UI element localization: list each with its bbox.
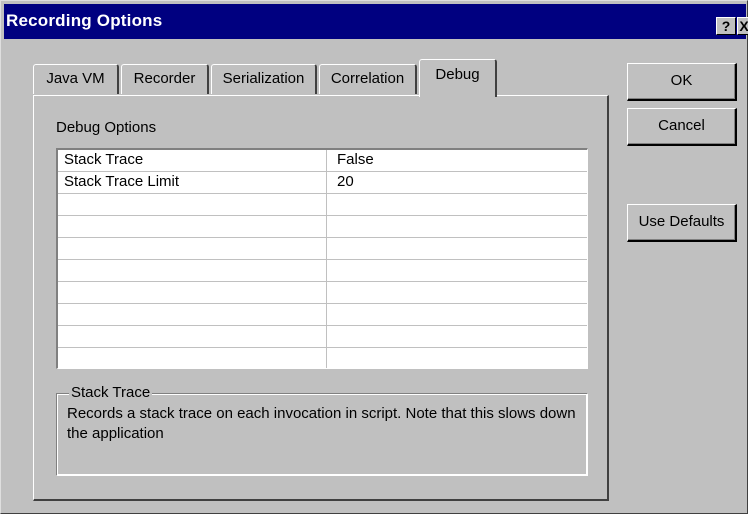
empty-cell bbox=[58, 348, 327, 368]
property-grid: Stack Trace False Stack Trace Limit 20 bbox=[56, 148, 588, 369]
recording-options-dialog: Recording Options ? X Java VM Recorder S… bbox=[0, 0, 748, 514]
tab-correlation[interactable]: Correlation bbox=[319, 64, 417, 94]
title-bar: Recording Options ? X bbox=[4, 4, 748, 39]
empty-cell bbox=[58, 194, 327, 216]
empty-cell bbox=[58, 304, 327, 326]
empty-row bbox=[58, 194, 587, 216]
tab-label: Java VM bbox=[46, 70, 105, 87]
tab-java-vm[interactable]: Java VM bbox=[33, 64, 119, 94]
empty-row bbox=[58, 238, 587, 260]
tab-recorder[interactable]: Recorder bbox=[121, 64, 209, 94]
empty-row bbox=[58, 326, 587, 348]
property-row-stack-trace[interactable]: Stack Trace False bbox=[58, 150, 587, 172]
debug-options-label: Debug Options bbox=[56, 119, 157, 136]
tab-label: Correlation bbox=[330, 70, 405, 87]
empty-row bbox=[58, 304, 587, 326]
empty-row bbox=[58, 282, 587, 304]
property-value[interactable]: 20 bbox=[327, 172, 587, 194]
empty-row bbox=[58, 260, 587, 282]
debug-tab-panel: Debug Options Stack Trace False Stack Tr… bbox=[33, 95, 609, 501]
description-text: Records a stack trace on each invocation… bbox=[67, 405, 576, 442]
window-title: Recording Options bbox=[6, 11, 163, 30]
empty-row bbox=[58, 216, 587, 238]
empty-cell bbox=[58, 282, 327, 304]
description-groupbox: Stack Trace Records a stack trace on eac… bbox=[56, 384, 588, 476]
empty-cell bbox=[58, 326, 327, 348]
tab-label: Serialization bbox=[222, 70, 305, 87]
help-button[interactable]: ? bbox=[716, 17, 736, 35]
property-name: Stack Trace bbox=[58, 150, 327, 172]
property-value[interactable]: False bbox=[327, 150, 587, 172]
cancel-button[interactable]: Cancel bbox=[627, 108, 737, 146]
property-row-stack-trace-limit[interactable]: Stack Trace Limit 20 bbox=[58, 172, 587, 194]
use-defaults-button[interactable]: Use Defaults bbox=[627, 204, 737, 242]
empty-cell bbox=[58, 238, 327, 260]
empty-cell bbox=[58, 260, 327, 282]
description-title: Stack Trace bbox=[69, 384, 153, 402]
property-name: Stack Trace Limit bbox=[58, 172, 327, 194]
close-button[interactable]: X bbox=[737, 17, 748, 35]
tab-label: Debug bbox=[435, 66, 480, 83]
ok-button[interactable]: OK bbox=[627, 63, 737, 101]
empty-row bbox=[58, 348, 587, 368]
tab-debug[interactable]: Debug bbox=[419, 59, 497, 97]
empty-cell bbox=[58, 216, 327, 238]
tab-serialization[interactable]: Serialization bbox=[211, 64, 317, 94]
tab-label: Recorder bbox=[133, 70, 196, 87]
